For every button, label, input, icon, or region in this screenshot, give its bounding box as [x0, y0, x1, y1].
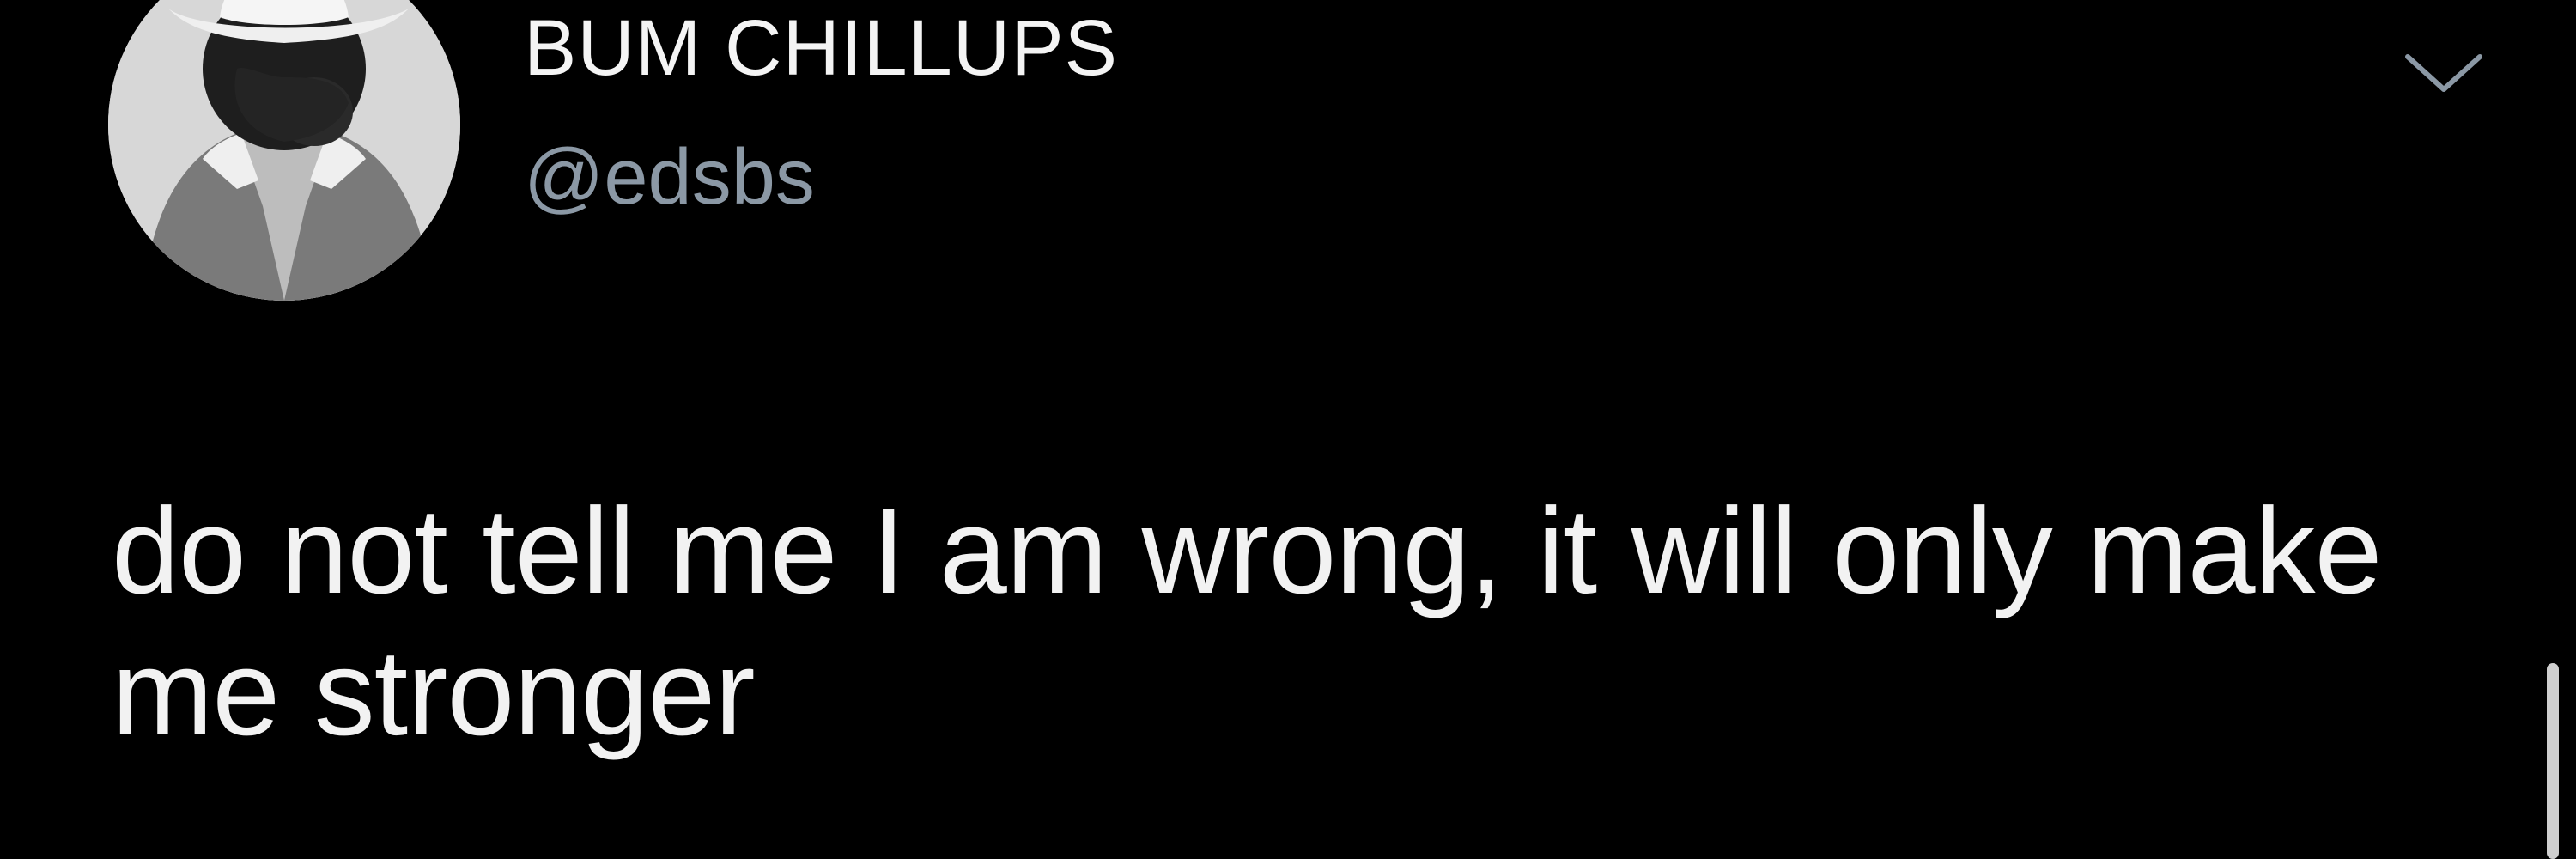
tweet-text: do not tell me I am wrong, it will only … [112, 483, 2383, 761]
tweet-card: BUM CHILLUPS @edsbs do not tell me I am … [0, 0, 2576, 859]
author-handle[interactable]: @edsbs [524, 137, 815, 216]
avatar[interactable] [108, 0, 460, 301]
author-display-name[interactable]: BUM CHILLUPS [524, 9, 1118, 88]
scrollbar[interactable] [2547, 663, 2559, 859]
chevron-down-icon[interactable] [2401, 48, 2487, 100]
